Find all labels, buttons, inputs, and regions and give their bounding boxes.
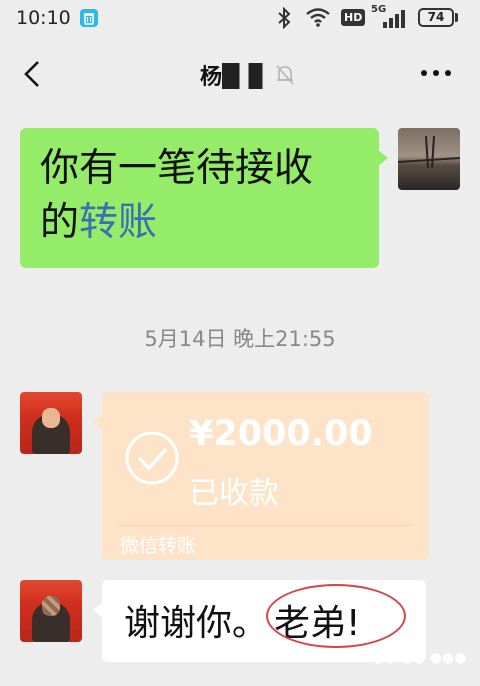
hd-badge: HD <box>341 9 366 26</box>
bell-off-icon <box>276 65 294 85</box>
bubble-tail <box>378 150 388 166</box>
chat-header: 杨 <box>0 36 480 112</box>
censored-face <box>42 596 60 616</box>
battery-indicator: 74 <box>418 8 454 27</box>
sent-message-line-1: 你有一笔待接收 <box>40 146 314 191</box>
status-time: 10:10 <box>16 7 71 29</box>
card-divider <box>118 525 413 526</box>
transfer-status: 已收款 <box>189 476 279 511</box>
sent-message-line-2: 的转账 <box>40 200 158 245</box>
wifi-icon <box>306 8 330 27</box>
transfer-word: 转账 <box>79 200 158 245</box>
transfer-footer: 微信转账 <box>120 535 197 557</box>
annotation-circle <box>266 584 406 648</box>
battery-tip <box>455 13 458 22</box>
bluetooth-icon <box>278 7 291 29</box>
transfer-card[interactable]: ¥2000.00 已收款 微信转账 <box>93 392 429 560</box>
trash-icon <box>80 9 98 27</box>
status-bar: 10:10 HD 5G 74 <box>0 0 480 36</box>
check-circle-icon <box>125 431 179 485</box>
contact-avatar[interactable] <box>20 392 82 454</box>
sent-message-bubble[interactable]: 你有一笔待接收 的转账 <box>20 128 388 268</box>
bridge-photo-icon <box>398 135 460 169</box>
message-timestamp: 5月14日 晚上21:55 <box>144 327 336 351</box>
contact-avatar[interactable] <box>20 580 82 642</box>
my-avatar[interactable] <box>398 128 460 190</box>
ellipsis-icon[interactable] <box>416 58 456 88</box>
signal-icon <box>383 10 405 28</box>
chat-title: 杨 <box>0 59 480 91</box>
transfer-amount: ¥2000.00 <box>189 414 373 454</box>
censored-name-block <box>222 63 280 89</box>
watermark: ●● ●● ●●● <box>372 650 467 666</box>
